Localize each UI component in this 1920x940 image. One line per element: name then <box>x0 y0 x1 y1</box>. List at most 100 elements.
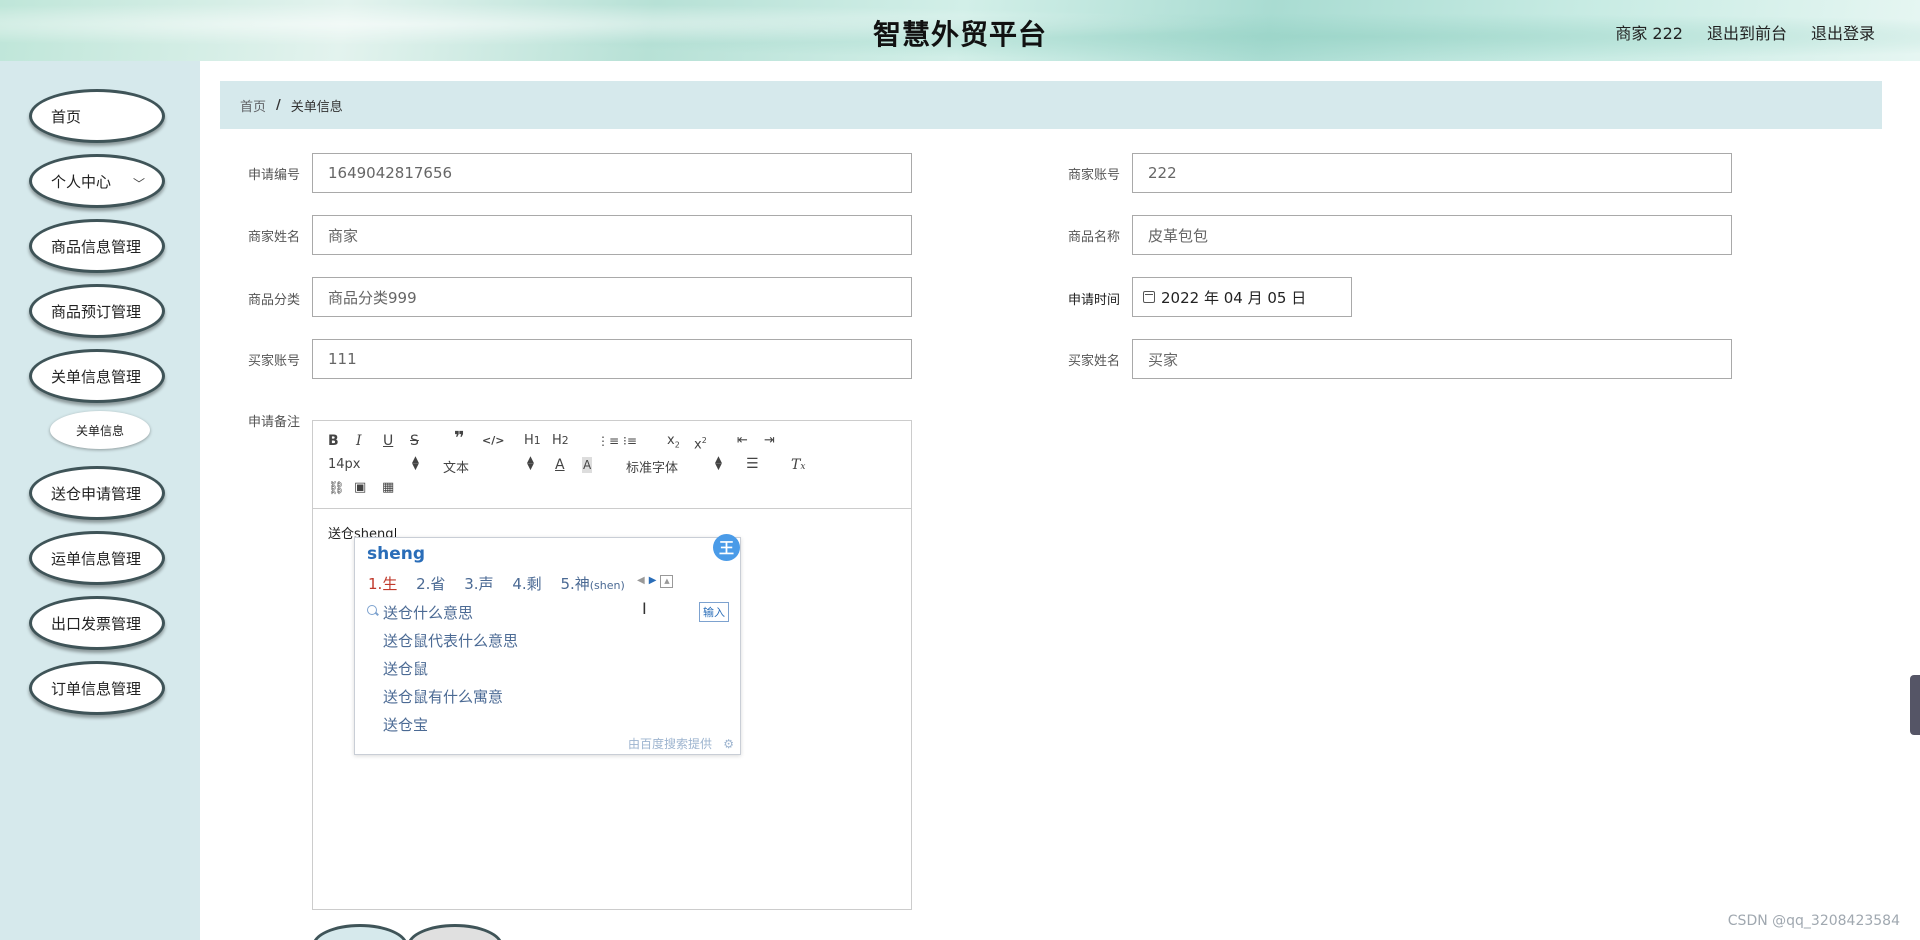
product-name-label: 商品名称 <box>1067 230 1120 245</box>
ime-suggestion[interactable]: 送仓鼠 <box>383 658 428 679</box>
sidebar-item-warehouse-apply[interactable]: 送仓申请管理 <box>29 466 165 520</box>
sidebar-item-label: 运单信息管理 <box>51 549 142 568</box>
sidebar-item-customs-info[interactable]: 关单信息管理 <box>29 349 165 403</box>
underline-icon[interactable]: U <box>383 433 393 449</box>
product-name-field[interactable]: 皮革包包 <box>1132 215 1732 255</box>
apply-time-label: 申请时间 <box>1067 293 1120 308</box>
ime-suggestion[interactable]: 送仓鼠有什么寓意 <box>383 686 503 707</box>
chevron-down-icon: ﹀ <box>132 177 145 191</box>
select-arrows-icon: ▲ ▼ <box>715 455 722 472</box>
sidebar-item-label: 首页 <box>51 107 82 126</box>
sidebar-item-product-info[interactable]: 商品信息管理 <box>29 219 165 273</box>
select-arrows-icon: ▲ ▼ <box>527 455 534 472</box>
code-icon[interactable]: </> <box>482 433 504 449</box>
link-icon[interactable]: ⛓ <box>328 481 345 497</box>
merchant-name-label: 商家姓名 <box>247 230 300 245</box>
submit-button[interactable] <box>312 924 408 940</box>
scroll-tab[interactable] <box>1910 675 1920 735</box>
sidebar-item-personal-center[interactable]: 个人中心 ﹀ <box>29 154 165 208</box>
ime-footer: 由百度搜索提供 <box>627 737 712 751</box>
category-label: 商品分类 <box>247 293 300 308</box>
breadcrumb: 首页 / 关单信息 <box>220 81 1882 129</box>
ime-suggestion[interactable]: 送仓鼠代表什么意思 <box>383 630 518 651</box>
font-family-select[interactable]: 标准字体 ▲ ▼ <box>626 455 722 477</box>
sidebar-item-product-booking[interactable]: 商品预订管理 <box>29 284 165 338</box>
buyer-account-field[interactable]: 111 <box>312 339 912 379</box>
ime-pinyin: sheng <box>367 544 426 564</box>
font-size-select[interactable]: 14px ▲ ▼ <box>328 455 419 473</box>
breadcrumb-home[interactable]: 首页 <box>240 96 266 115</box>
sidebar-item-label: 送仓申请管理 <box>51 484 142 503</box>
apply-time-value: 2022 年 04 月 05 日 <box>1161 288 1307 307</box>
subscript-icon[interactable]: x2 <box>667 433 680 454</box>
apply-time-field[interactable]: 2022 年 04 月 05 日 <box>1132 277 1352 317</box>
gear-icon[interactable]: ⚙ <box>723 737 734 751</box>
blockquote-icon[interactable]: ❞ <box>454 430 465 448</box>
background-color-icon[interactable]: A <box>582 457 593 473</box>
header-actions: 商家 222 退出到前台 退出登录 <box>1615 20 1875 44</box>
apply-no-label: 申请编号 <box>247 168 300 183</box>
heading1-icon[interactable]: H1 <box>524 433 541 449</box>
ime-suggestion[interactable]: 送仓宝 <box>383 714 428 735</box>
search-icon <box>367 605 377 615</box>
image-icon[interactable]: ▣ <box>354 480 366 496</box>
ime-candidate[interactable]: 1.生 <box>368 575 397 593</box>
sidebar-item-label: 商品信息管理 <box>51 237 142 256</box>
heading2-icon[interactable]: H2 <box>552 433 569 449</box>
clear-format-icon[interactable]: Tx <box>791 457 805 475</box>
category-field[interactable]: 商品分类999 <box>312 277 912 317</box>
bold-icon[interactable]: B <box>328 433 339 449</box>
ime-candidates: 1.生 2.省 3.声 4.剩 5.神(shen) <box>368 573 639 594</box>
calendar-icon <box>1143 291 1155 303</box>
ime-candidate-window: sheng 王 1.生 2.省 3.声 4.剩 5.神(shen) ◀ ▶ ▲ … <box>354 534 741 755</box>
sidebar-subitem-customs-info[interactable]: 关单信息 <box>50 411 150 449</box>
top-header: 智慧外贸平台 商家 222 退出到前台 退出登录 <box>0 0 1920 61</box>
current-user: 商家 222 <box>1615 24 1683 43</box>
font-color-icon[interactable]: A <box>555 457 565 473</box>
bullet-list-icon[interactable]: ⁝≡ <box>623 433 637 449</box>
breadcrumb-current: 关单信息 <box>290 99 343 115</box>
next-page-icon[interactable]: ▶ <box>649 575 657 588</box>
sidebar-item-label: 个人中心 <box>51 172 112 191</box>
sidebar: 首页 个人中心 ﹀ 商品信息管理 商品预订管理 关单信息管理 关单信息 送仓申请管… <box>0 61 200 940</box>
ime-input-button[interactable]: 输入 <box>699 602 729 622</box>
sidebar-item-order-info[interactable]: 订单信息管理 <box>29 661 165 715</box>
italic-icon[interactable]: I <box>356 433 362 449</box>
video-icon[interactable]: ▦ <box>382 480 394 496</box>
merchant-account-field[interactable]: 222 <box>1132 153 1732 193</box>
merchant-name-field[interactable]: 商家 <box>312 215 912 255</box>
prev-page-icon[interactable]: ◀ <box>637 575 645 588</box>
sidebar-item-home[interactable]: 首页 <box>29 89 165 143</box>
ime-candidate[interactable]: 3.声 <box>464 575 493 593</box>
exit-to-front-link[interactable]: 退出到前台 <box>1707 20 1787 44</box>
apply-no-field[interactable]: 1649042817656 <box>312 153 912 193</box>
ordered-list-icon[interactable]: ⋮≡ <box>597 433 619 449</box>
sidebar-item-waybill-info[interactable]: 运单信息管理 <box>29 531 165 585</box>
remark-label: 申请备注 <box>247 415 300 430</box>
editor-toolbar: B I U S ❞ </> H1 H2 ⋮≡ ⁝≡ x2 x2 ⇤ ⇥ 14px… <box>313 421 911 509</box>
align-icon[interactable]: ☰ <box>746 456 759 472</box>
cancel-button[interactable] <box>407 924 503 940</box>
ime-logo-icon[interactable]: 王 <box>713 534 740 561</box>
ibeam-cursor-icon: I <box>642 599 647 618</box>
buyer-name-label: 买家姓名 <box>1067 354 1120 369</box>
indent-icon[interactable]: ⇥ <box>764 433 775 449</box>
strikethrough-icon[interactable]: S <box>410 433 419 449</box>
superscript-icon[interactable]: x2 <box>694 433 707 453</box>
ime-candidate[interactable]: 4.剩 <box>512 575 541 593</box>
sidebar-item-label: 出口发票管理 <box>51 614 142 633</box>
logout-link[interactable]: 退出登录 <box>1811 20 1875 44</box>
sidebar-item-export-invoice[interactable]: 出口发票管理 <box>29 596 165 650</box>
select-arrows-icon: ▲ ▼ <box>412 455 419 472</box>
ime-candidate[interactable]: 2.省 <box>416 575 445 593</box>
block-type-select[interactable]: 文本 ▲ ▼ <box>443 455 534 477</box>
ime-suggestion[interactable]: 送仓什么意思 <box>383 602 473 623</box>
outdent-icon[interactable]: ⇤ <box>737 433 748 449</box>
buyer-name-field[interactable]: 买家 <box>1132 339 1732 379</box>
ime-candidate[interactable]: 5.神(shen) <box>560 575 624 593</box>
collapse-icon[interactable]: ▲ <box>660 575 674 588</box>
block-type-value: 文本 <box>443 461 470 476</box>
font-family-value: 标准字体 <box>626 461 679 476</box>
watermark: CSDN @qq_3208423584 <box>1727 913 1900 929</box>
breadcrumb-separator: / <box>276 97 281 113</box>
